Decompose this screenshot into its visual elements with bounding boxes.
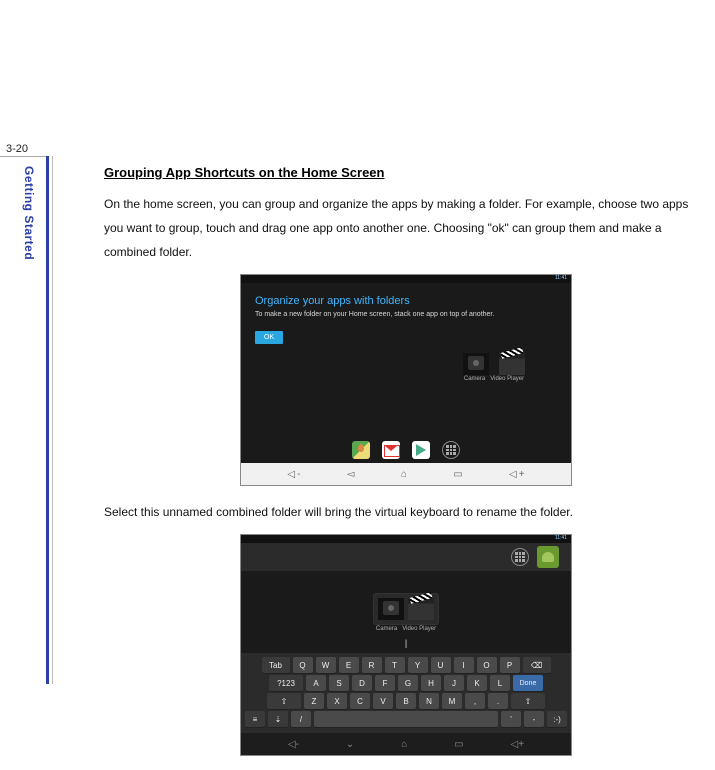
folder-app-labels: Camera Video Player: [449, 376, 539, 382]
key-mic[interactable]: ⇣: [268, 711, 288, 727]
key-slash[interactable]: /: [291, 711, 311, 727]
key-v[interactable]: V: [373, 693, 393, 709]
key-k[interactable]: K: [467, 675, 487, 691]
key-tab[interactable]: Tab: [262, 657, 290, 673]
key-z[interactable]: Z: [304, 693, 324, 709]
app-label-videoplayer: Video Player: [402, 626, 436, 632]
main-content: Grouping App Shortcuts on the Home Scree…: [104, 165, 708, 770]
key-space[interactable]: [314, 711, 498, 727]
key-i[interactable]: I: [454, 657, 474, 673]
camera-icon[interactable]: [463, 353, 489, 375]
kb-row-1: Tab Q W E R T Y U I O P ⌫: [245, 657, 567, 673]
key-a[interactable]: A: [306, 675, 326, 691]
key-r[interactable]: R: [362, 657, 382, 673]
gmail-icon[interactable]: [382, 441, 400, 459]
nav-back-icon[interactable]: ⌄: [346, 739, 354, 750]
video-player-icon[interactable]: [408, 598, 434, 620]
key-symbols[interactable]: ?123: [269, 675, 303, 691]
key-l[interactable]: L: [490, 675, 510, 691]
key-settings[interactable]: ≡: [245, 711, 265, 727]
status-bar: 11:41: [241, 535, 571, 543]
key-j[interactable]: J: [444, 675, 464, 691]
top-strip: [241, 543, 571, 571]
nav-home-icon[interactable]: ⌂: [401, 469, 407, 480]
rename-field[interactable]: |: [351, 638, 461, 648]
folder-app-labels: Camera Video Player: [351, 626, 461, 632]
key-period[interactable]: .: [488, 693, 508, 709]
vol-down-icon[interactable]: ◁-: [288, 739, 299, 750]
key-x[interactable]: X: [327, 693, 347, 709]
paragraph-1: On the home screen, you can group and or…: [104, 192, 708, 264]
system-navbar: ◁- ⌄ ⌂ ▭ ◁+: [241, 733, 571, 755]
all-apps-icon[interactable]: [442, 441, 460, 459]
key-comma[interactable]: ,: [465, 693, 485, 709]
camera-icon[interactable]: [378, 598, 404, 620]
ok-button[interactable]: OK: [255, 331, 283, 344]
key-u[interactable]: U: [431, 657, 451, 673]
folder-preview: Camera Video Player Unnamed Folder: [449, 353, 539, 382]
nav-recent-icon[interactable]: ▭: [454, 739, 463, 750]
key-y[interactable]: Y: [408, 657, 428, 673]
section-heading: Grouping App Shortcuts on the Home Scree…: [104, 165, 708, 180]
section-label: Getting Started: [22, 166, 36, 260]
virtual-keyboard: Tab Q W E R T Y U I O P ⌫ ?123 A S D F G…: [241, 653, 571, 733]
vol-down-icon[interactable]: ◁-: [287, 469, 300, 480]
page-number-rule: [0, 156, 46, 157]
margin-bar: [46, 156, 49, 684]
app-label-videoplayer: Video Player: [490, 376, 524, 382]
all-apps-icon[interactable]: [511, 548, 529, 566]
kb-row-4: ≡ ⇣ / ' - :-): [245, 711, 567, 727]
key-dash[interactable]: -: [524, 711, 544, 727]
figure-folder-tip: 11:41 Organize your apps with folders To…: [240, 274, 572, 486]
tip-title: Organize your apps with folders: [255, 295, 571, 307]
key-c[interactable]: C: [350, 693, 370, 709]
paragraph-2: Select this unnamed combined folder will…: [104, 500, 708, 524]
key-w[interactable]: W: [316, 657, 336, 673]
kb-row-3: ⇧ Z X C V B N M , . ⇧: [245, 693, 567, 709]
android-widget-icon[interactable]: [537, 546, 559, 568]
key-m[interactable]: M: [442, 693, 462, 709]
key-shift-right[interactable]: ⇧: [511, 693, 545, 709]
key-d[interactable]: D: [352, 675, 372, 691]
key-done[interactable]: Done: [513, 675, 543, 691]
system-navbar: ◁- ◅ ⌂ ▭ ◁+: [241, 463, 571, 485]
app-label-camera: Camera: [464, 376, 485, 382]
kb-row-2: ?123 A S D F G H J K L Done: [245, 675, 567, 691]
key-q[interactable]: Q: [293, 657, 313, 673]
key-backspace[interactable]: ⌫: [523, 657, 551, 673]
play-store-icon[interactable]: [412, 441, 430, 459]
key-shift-left[interactable]: ⇧: [267, 693, 301, 709]
dock: [241, 437, 571, 463]
nav-recent-icon[interactable]: ▭: [453, 469, 462, 480]
figure-rename-keyboard: 11:41 Camera Video Player | Tab Q W E R: [240, 534, 572, 756]
key-h[interactable]: H: [421, 675, 441, 691]
page-number: 3-20: [6, 143, 28, 155]
key-o[interactable]: O: [477, 657, 497, 673]
open-folder: Camera Video Player |: [351, 593, 461, 648]
key-e[interactable]: E: [339, 657, 359, 673]
key-g[interactable]: G: [398, 675, 418, 691]
key-b[interactable]: B: [396, 693, 416, 709]
margin-line: [52, 156, 53, 684]
key-f[interactable]: F: [375, 675, 395, 691]
status-bar: 11:41: [241, 275, 571, 283]
key-n[interactable]: N: [419, 693, 439, 709]
key-apostrophe[interactable]: ': [501, 711, 521, 727]
key-p[interactable]: P: [500, 657, 520, 673]
maps-icon[interactable]: [352, 441, 370, 459]
vol-up-icon[interactable]: ◁+: [509, 469, 525, 480]
tip-subtitle: To make a new folder on your Home screen…: [255, 311, 571, 318]
key-t[interactable]: T: [385, 657, 405, 673]
app-label-camera: Camera: [376, 626, 397, 632]
key-s[interactable]: S: [329, 675, 349, 691]
nav-home-icon[interactable]: ⌂: [401, 739, 407, 750]
vol-up-icon[interactable]: ◁+: [511, 739, 525, 750]
key-emoji[interactable]: :-): [547, 711, 567, 727]
nav-back-icon[interactable]: ◅: [347, 469, 355, 480]
folder-box[interactable]: [373, 593, 439, 625]
video-player-icon[interactable]: [499, 353, 525, 375]
